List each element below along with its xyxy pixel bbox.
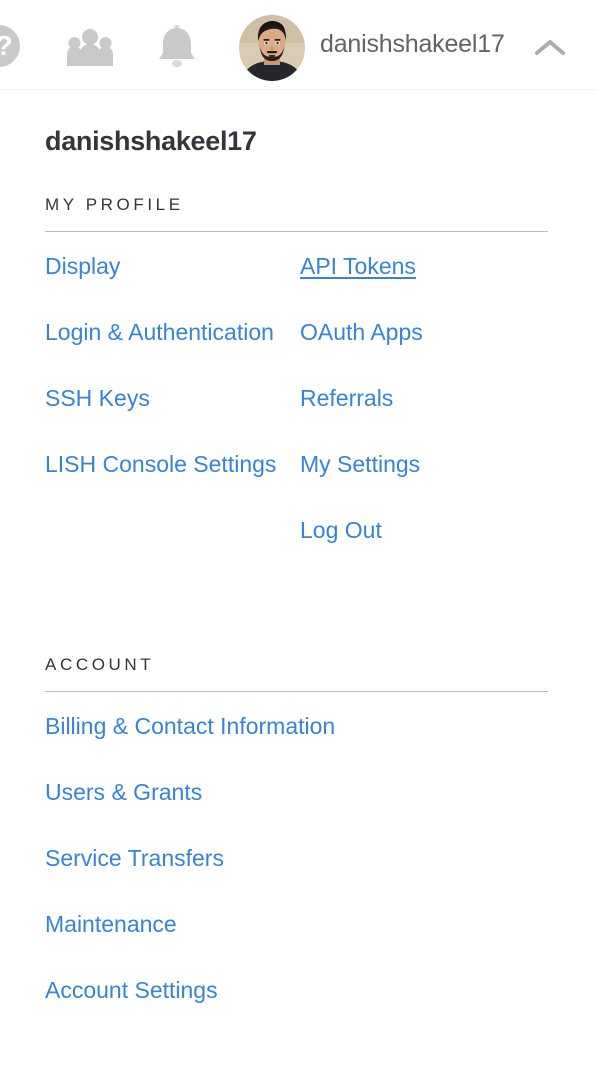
- nav-link-oauth-apps[interactable]: OAuth Apps: [300, 316, 423, 349]
- section-heading-account: ACCOUNT: [45, 655, 155, 674]
- nav-link-lish-console-settings[interactable]: LISH Console Settings: [45, 448, 276, 481]
- people-group-icon[interactable]: [66, 28, 114, 66]
- chevron-up-icon[interactable]: [533, 36, 567, 60]
- username-label[interactable]: danishshakeel17: [320, 30, 505, 59]
- nav-link-maintenance[interactable]: Maintenance: [45, 908, 177, 941]
- section-divider: [45, 231, 548, 232]
- nav-link-my-settings[interactable]: My Settings: [300, 448, 420, 481]
- account-link-columns: Billing & Contact Information Users & Gr…: [0, 710, 597, 1007]
- profile-menu-panel: danishshakeel17 MY PROFILE Display Login…: [0, 90, 597, 1066]
- my-profile-left-column: Display Login & Authentication SSH Keys …: [0, 250, 300, 580]
- nav-link-account-settings[interactable]: Account Settings: [45, 974, 218, 1007]
- nav-link-api-tokens[interactable]: API Tokens: [300, 250, 416, 283]
- section-divider: [45, 691, 548, 692]
- my-profile-link-columns: Display Login & Authentication SSH Keys …: [0, 250, 597, 580]
- account-right-column: [300, 710, 597, 1007]
- nav-link-billing-contact-information[interactable]: Billing & Contact Information: [45, 710, 335, 743]
- nav-link-login-authentication[interactable]: Login & Authentication: [45, 316, 274, 349]
- nav-link-referrals[interactable]: Referrals: [300, 382, 393, 415]
- top-navigation-bar: ?: [0, 0, 597, 90]
- nav-link-service-transfers[interactable]: Service Transfers: [45, 842, 224, 875]
- avatar[interactable]: [239, 15, 305, 81]
- account-left-column: Billing & Contact Information Users & Gr…: [0, 710, 335, 1007]
- nav-link-users-grants[interactable]: Users & Grants: [45, 776, 202, 809]
- help-circle-icon[interactable]: ?: [0, 25, 20, 67]
- user-profile-dropdown-page: ?: [0, 0, 597, 1066]
- nav-link-ssh-keys[interactable]: SSH Keys: [45, 382, 150, 415]
- my-profile-right-column: API Tokens OAuth Apps Referrals My Setti…: [300, 250, 597, 580]
- nav-link-log-out[interactable]: Log Out: [300, 514, 382, 547]
- nav-link-display[interactable]: Display: [45, 250, 120, 283]
- page-title: danishshakeel17: [45, 126, 257, 156]
- help-question-glyph: ?: [0, 32, 13, 60]
- section-heading-my-profile: MY PROFILE: [45, 195, 184, 214]
- bell-icon[interactable]: [156, 24, 198, 68]
